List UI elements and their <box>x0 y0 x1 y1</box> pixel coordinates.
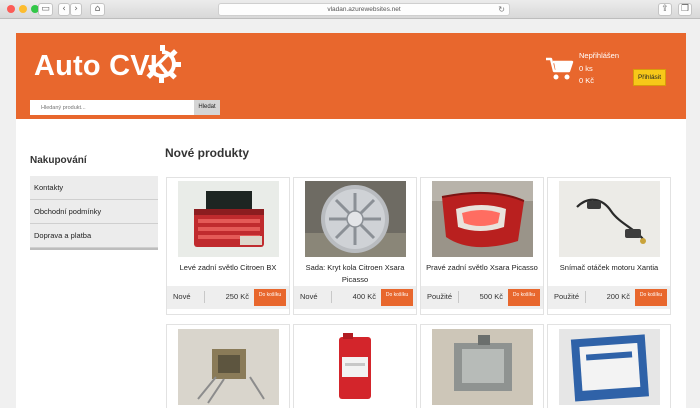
divider <box>204 291 205 303</box>
product-image[interactable] <box>178 181 279 257</box>
forward-arrow-icon[interactable]: › <box>70 3 82 16</box>
product-condition: Použité <box>554 292 580 301</box>
gear-logo-icon <box>146 45 181 83</box>
product-price: 500 Kč <box>479 292 503 301</box>
product-card[interactable]: Pravé zadní světlo Xsara Picasso Použité… <box>420 177 544 315</box>
product-card[interactable] <box>420 324 544 408</box>
address-bar[interactable]: vladan.azurewebsites.net ↻ <box>218 3 510 16</box>
login-button[interactable]: Přihlásit <box>633 69 666 86</box>
search-button[interactable]: Hledat <box>194 100 220 115</box>
product-name[interactable]: Levé zadní světlo Citroen BX <box>169 262 287 274</box>
add-to-cart-button[interactable]: Do košíku <box>635 289 667 306</box>
product-card[interactable]: Sada: Kryt kola Citroen Xsara Picasso No… <box>293 177 417 315</box>
product-image[interactable] <box>178 329 279 405</box>
user-status: Nepřihlášen <box>579 51 620 60</box>
section-title: Nové produkty <box>165 146 250 160</box>
product-image[interactable] <box>559 181 660 257</box>
product-footer: Použité 200 Kč Do košíku <box>548 286 670 309</box>
product-price: 200 Kč <box>606 292 630 301</box>
product-name[interactable]: Sada: Kryt kola Citroen Xsara Picasso <box>296 262 414 286</box>
close-window-icon[interactable] <box>7 5 15 13</box>
product-image[interactable] <box>305 181 406 257</box>
shopping-cart-icon[interactable] <box>545 56 575 82</box>
minimize-window-icon[interactable] <box>19 5 27 13</box>
product-card[interactable] <box>293 324 417 408</box>
add-to-cart-button[interactable]: Do košíku <box>381 289 413 306</box>
sidebar-toggle-icon[interactable]: ▭ <box>38 3 53 16</box>
cart-count: 0 ks <box>579 64 593 73</box>
product-name[interactable]: Pravé zadní světlo Xsara Picasso <box>423 262 541 274</box>
url-text: vladan.azurewebsites.net <box>327 6 401 13</box>
sidebar-item-terms[interactable]: Obchodní podmínky <box>30 200 158 224</box>
product-footer: Nové 250 Kč Do košíku <box>167 286 289 309</box>
product-card[interactable]: Levé zadní světlo Citroen BX Nové 250 Kč… <box>166 177 290 315</box>
back-arrow-icon[interactable]: ‹ <box>58 3 70 16</box>
divider <box>331 291 332 303</box>
sidebar-title: Nakupování <box>30 155 87 166</box>
product-image[interactable] <box>305 329 406 405</box>
sidebar-item-contacts[interactable]: Kontakty <box>30 176 158 200</box>
divider <box>585 291 586 303</box>
search-input[interactable] <box>30 100 194 115</box>
product-footer: Použité 500 Kč Do košíku <box>421 286 543 309</box>
product-price: 250 Kč <box>225 292 249 301</box>
product-name[interactable]: Snímač otáček motoru Xantia <box>550 262 668 274</box>
product-image[interactable] <box>432 329 533 405</box>
sidebar-menu: Kontakty Obchodní podmínky Doprava a pla… <box>30 176 158 250</box>
web-page: Auto CVK Hledat Nepřihlášen 0 ks 0 Kč <box>16 33 686 408</box>
tabs-icon[interactable]: ❐ <box>678 3 692 16</box>
add-to-cart-button[interactable]: Do košíku <box>508 289 540 306</box>
product-footer: Nové 400 Kč Do košíku <box>294 286 416 309</box>
product-card[interactable]: Snímač otáček motoru Xantia Použité 200 … <box>547 177 671 315</box>
product-condition: Nové <box>173 292 191 301</box>
product-condition: Nové <box>300 292 318 301</box>
product-card[interactable] <box>166 324 290 408</box>
product-condition: Použité <box>427 292 453 301</box>
home-icon[interactable]: ⌂ <box>90 3 105 16</box>
product-image[interactable] <box>559 329 660 405</box>
share-icon[interactable]: ⇪ <box>658 3 672 16</box>
site-header: Auto CVK Hledat Nepřihlášen 0 ks 0 Kč <box>16 33 686 119</box>
browser-toolbar: ▭ ‹ › ⌂ vladan.azurewebsites.net ↻ ⇪ ❐ <box>0 0 700 19</box>
sidebar-item-shipping[interactable]: Doprava a platba <box>30 224 158 248</box>
product-card[interactable] <box>547 324 671 408</box>
reload-icon[interactable]: ↻ <box>498 4 505 15</box>
cart-price: 0 Kč <box>579 76 595 85</box>
product-image[interactable] <box>432 181 533 257</box>
add-to-cart-button[interactable]: Do košíku <box>254 289 286 306</box>
product-price: 400 Kč <box>352 292 376 301</box>
divider <box>458 291 459 303</box>
